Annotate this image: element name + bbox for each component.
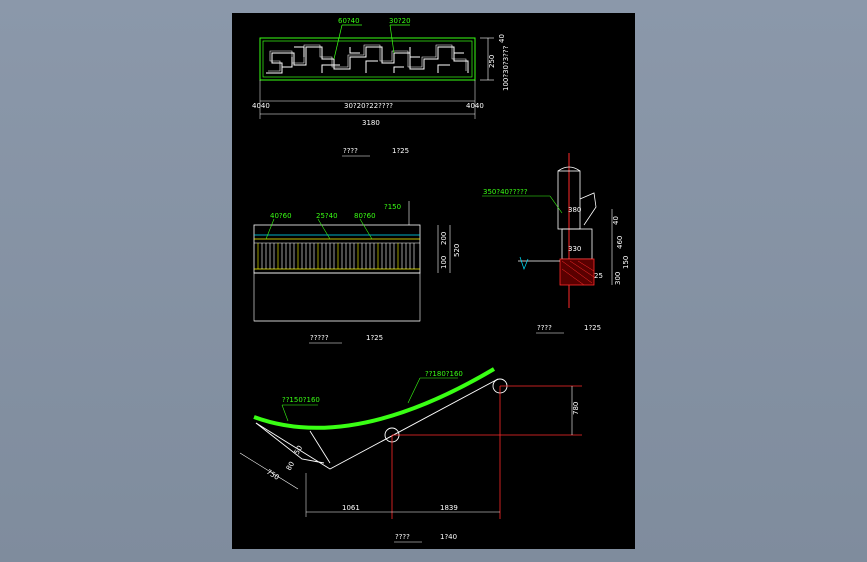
dim-80: 80 (285, 460, 296, 472)
handrail-profile (579, 192, 597, 226)
dim-40: 40 (498, 34, 506, 43)
leader-line (317, 218, 331, 240)
label-150: ?150 (384, 203, 401, 211)
label-60x40: 60?40 (338, 17, 360, 25)
dim-780: 780 (572, 402, 580, 415)
label-25x40: 25?40 (316, 212, 338, 220)
top-view-title: ???? (343, 147, 358, 155)
lattice-pattern-inner (268, 44, 467, 72)
label-30x20: 30?20 (389, 17, 411, 25)
dim-100: 100 (440, 256, 448, 269)
mid-view: 40?60 25?40 80?60 ?150 200 520 100 ?????… (253, 201, 461, 344)
section-view-title: ???? (537, 324, 552, 332)
dim-750: 750 (265, 468, 281, 482)
railing-section (561, 228, 593, 260)
dim-40: 40 (612, 216, 620, 225)
mid-view-title: ????? (310, 334, 329, 342)
bottom-view: ??180?160 ??150?160 750 50 80 780 1061 1… (239, 367, 582, 543)
leader-line (265, 218, 275, 240)
railing-outline (253, 224, 421, 274)
lattice-pattern (266, 46, 469, 74)
dim-1839: 1839 (440, 504, 458, 512)
dim-380: 380 (568, 206, 581, 214)
section-view-scale: 1?25 (584, 324, 601, 332)
support-strut (255, 378, 499, 470)
dim-330: 330 (568, 245, 581, 253)
railing-base (253, 272, 421, 322)
dim-300: 300 (614, 272, 622, 285)
dim-4040-right: 4040 (466, 102, 484, 110)
dim-4040-left: 4040 (252, 102, 270, 110)
dim-3180: 3180 (362, 119, 380, 127)
dim-1061: 1061 (342, 504, 360, 512)
bottom-view-title: ???? (395, 533, 410, 541)
dim-middle: 30?20?22???? (344, 102, 393, 110)
dim-250: 250 (488, 55, 496, 68)
leader-line (333, 24, 343, 60)
dim-200: 200 (440, 232, 448, 245)
drawing-sheet: 60?40 30?20 40 250 100?30?3??? 4040 4040… (232, 13, 635, 549)
leader-line (281, 404, 289, 422)
leader-line (389, 24, 395, 54)
leader-line (407, 377, 421, 404)
label-150x160: ??150?160 (282, 396, 320, 404)
label-180x160: ??180?160 (425, 370, 463, 378)
dim-small: 100?30?3??? (502, 45, 510, 91)
label-40x60: 40?60 (270, 212, 292, 220)
leader-line (359, 218, 373, 240)
dim-25: 25 (594, 272, 603, 280)
dim-150: 150 (622, 256, 630, 269)
bottom-view-scale: 1?40 (440, 533, 457, 541)
label-80x60: 80?60 (354, 212, 376, 220)
railing-balusters (257, 243, 415, 269)
dim-520: 520 (453, 244, 461, 257)
top-view-scale: 1?25 (392, 147, 409, 155)
cad-viewport[interactable]: 60?40 30?20 40 250 100?30?3??? 4040 4040… (0, 0, 867, 562)
break-symbol (519, 256, 529, 271)
section-view: 350?40????? 380 330 25 40 460 150 300 ??… (482, 153, 630, 334)
dim-460: 460 (616, 236, 624, 249)
dim-50: 50 (293, 444, 304, 456)
leader-line (549, 195, 563, 214)
drawing-canvas: 60?40 30?20 40 250 100?30?3??? 4040 4040… (239, 17, 630, 543)
label-350x40: 350?40????? (483, 188, 528, 196)
top-view: 60?40 30?20 40 250 100?30?3??? 4040 4040… (252, 17, 510, 157)
mid-view-scale: 1?25 (366, 334, 383, 342)
